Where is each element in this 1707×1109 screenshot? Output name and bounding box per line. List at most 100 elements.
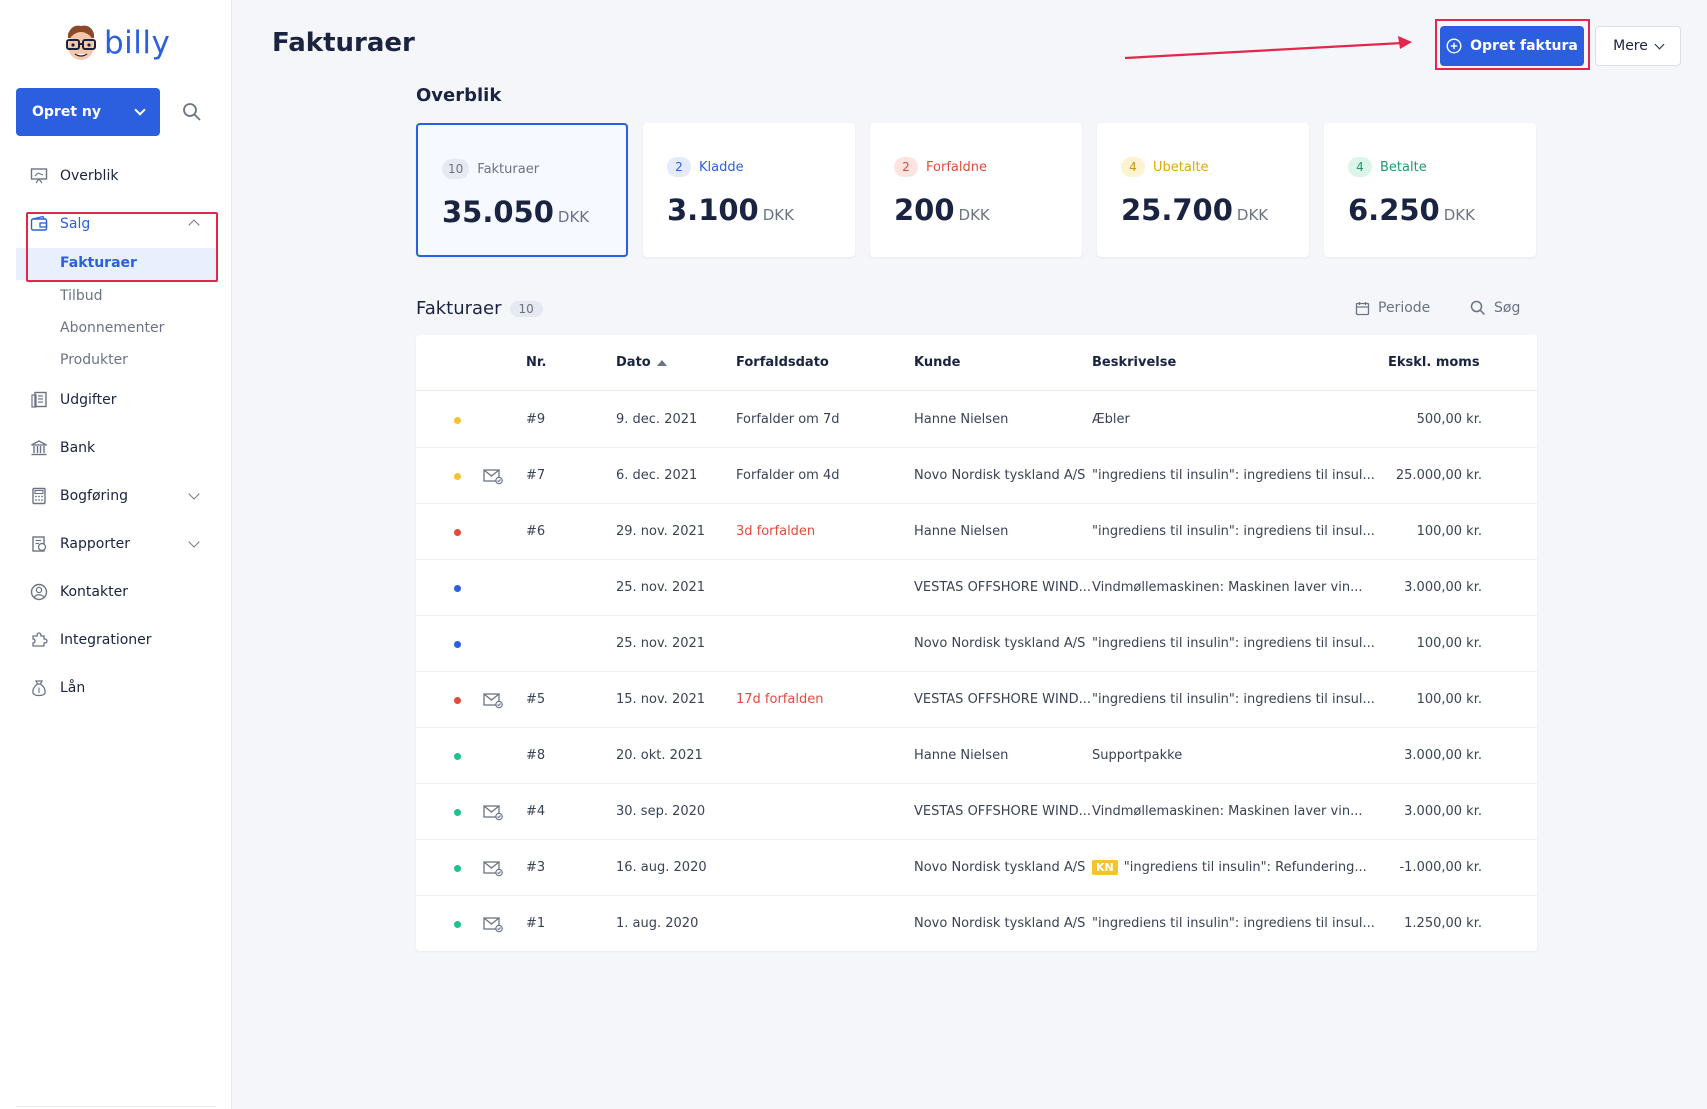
sort-ascending-icon (656, 359, 667, 366)
column-amount[interactable]: Ekskl. moms (1388, 355, 1480, 370)
invoices-count-badge: 10 (509, 300, 543, 317)
invoice-number: #8 (526, 748, 546, 763)
invoice-description-text: Æbler (1092, 412, 1130, 427)
card-amount: 6.250 DKK (1348, 193, 1475, 227)
card-amount-value: 35.050 (442, 195, 554, 229)
divider (16, 1106, 216, 1107)
sidebar-item-udgifter[interactable]: Udgifter (30, 388, 116, 412)
period-filter-button[interactable]: Periode (1355, 300, 1430, 316)
table-row[interactable]: #5 15. nov. 2021 17d forfalden VESTAS OFFSH… (416, 672, 1537, 728)
overview-card-betalte[interactable]: 4 Betalte 6.250 DKK (1324, 123, 1536, 257)
highlight-box (1435, 19, 1590, 70)
sidebar-item-lan[interactable]: Lån (30, 676, 85, 700)
email-sent-icon (483, 467, 503, 485)
chevron-down-icon[interactable] (188, 536, 200, 548)
search-icon[interactable] (182, 102, 202, 122)
invoice-amount: 3.000,00 kr. (1404, 804, 1482, 819)
column-description[interactable]: Beskrivelse (1092, 355, 1176, 370)
card-amount-value: 25.700 (1121, 193, 1233, 227)
sidebar-subitem-abonnementer[interactable]: Abonnementer (60, 320, 164, 340)
sidebar-item-label: Bank (60, 440, 96, 456)
card-label: Betalte (1380, 159, 1427, 175)
invoice-description: Vindmøllemaskinen: Maskinen laver vin... (1092, 804, 1362, 819)
chevron-down-icon (1654, 39, 1665, 49)
card-currency: DKK (958, 206, 990, 224)
create-new-button[interactable]: Opret ny (16, 88, 160, 136)
status-dot (454, 921, 461, 928)
overview-title: Overblik (416, 85, 502, 106)
invoice-number: #4 (526, 804, 546, 819)
sidebar-subitem-produkter[interactable]: Produkter (60, 352, 128, 372)
chevron-down-icon[interactable] (188, 488, 200, 500)
overview-card-ubetalte[interactable]: 4 Ubetalte 25.700 DKK (1097, 123, 1309, 257)
table-row[interactable]: 25. nov. 2021 Novo Nordisk tyskland A/S "i… (416, 616, 1537, 672)
invoice-due: 17d forfalden (736, 692, 824, 707)
invoice-date: 25. nov. 2021 (616, 580, 706, 595)
email-sent-icon (483, 803, 503, 821)
invoice-description: Supportpakke (1092, 748, 1182, 763)
search-label: Søg (1494, 300, 1521, 316)
overview-card-fakturaer[interactable]: 10 Fakturaer 35.050 DKK (416, 123, 628, 257)
invoice-description: Æbler (1092, 412, 1130, 427)
invoice-date: 25. nov. 2021 (616, 636, 706, 651)
table-row[interactable]: #1 1. aug. 2020 Novo Nordisk tyskland A/S "… (416, 896, 1537, 952)
email-sent-icon (483, 915, 503, 933)
billy-logo[interactable]: billy (64, 24, 170, 62)
table-row[interactable]: #7 6. dec. 2021 Forfalder om 4d Novo Nordis… (416, 448, 1537, 504)
card-count-badge: 4 (1348, 157, 1372, 177)
table-row[interactable]: 25. nov. 2021 VESTAS OFFSHORE WIND... Vind… (416, 560, 1537, 616)
overview-card-kladde[interactable]: 2 Kladde 3.100 DKK (643, 123, 855, 257)
invoice-number: #7 (526, 468, 546, 483)
more-button[interactable]: Mere (1595, 26, 1681, 66)
table-row[interactable]: #3 16. aug. 2020 Novo Nordisk tyskland A/S… (416, 840, 1537, 896)
table-row[interactable]: #8 20. okt. 2021 Hanne Nielsen Supportpakke… (416, 728, 1537, 784)
card-label: Fakturaer (477, 161, 540, 177)
sidebar-item-bogforing[interactable]: Bogføring (30, 484, 200, 508)
sidebar-item-label: Kontakter (60, 584, 128, 600)
invoice-description-text: Supportpakke (1092, 748, 1183, 763)
credit-note-badge: KN (1092, 860, 1118, 875)
invoice-number: #5 (526, 692, 546, 707)
calendar-icon (1355, 301, 1370, 315)
column-nr[interactable]: Nr. (526, 355, 546, 370)
invoice-description-text: "ingrediens til insulin": ingrediens til… (1092, 636, 1375, 651)
sidebar-item-overblik[interactable]: Overblik (30, 164, 118, 188)
invoice-amount: 100,00 kr. (1416, 692, 1482, 707)
invoice-description: KN "ingrediens til insulin": Refundering.… (1092, 860, 1367, 875)
card-amount: 35.050 DKK (442, 195, 589, 229)
invoice-customer: Novo Nordisk tyskland A/S (914, 468, 1086, 483)
sidebar-item-rapporter[interactable]: Rapporter (30, 532, 200, 556)
sidebar-item-label: Bogføring (60, 488, 128, 504)
sidebar-item-label: Rapporter (60, 536, 130, 552)
invoice-date: 9. dec. 2021 (616, 412, 698, 427)
sidebar-item-kontakter[interactable]: Kontakter (30, 580, 128, 604)
card-label: Kladde (699, 159, 744, 175)
table-row[interactable]: #6 29. nov. 2021 3d forfalden Hanne Nielsen… (416, 504, 1537, 560)
card-count-badge: 2 (667, 157, 691, 177)
table-row[interactable]: #9 9. dec. 2021 Forfalder om 7d Hanne Niels… (416, 392, 1537, 448)
period-label: Periode (1378, 300, 1431, 316)
column-customer[interactable]: Kunde (914, 355, 960, 370)
email-sent-icon (483, 691, 503, 709)
search-button[interactable]: Søg (1470, 300, 1520, 316)
puzzle-icon (32, 632, 48, 647)
card-count-badge: 10 (442, 159, 470, 179)
sidebar-item-bank[interactable]: Bank (30, 436, 95, 460)
sidebar-subitem-tilbud[interactable]: Tilbud (60, 288, 103, 308)
invoice-amount: 1.250,00 kr. (1404, 916, 1482, 931)
invoice-customer: Novo Nordisk tyskland A/S (914, 860, 1086, 875)
column-date[interactable]: Dato (616, 355, 667, 370)
card-currency: DKK (762, 206, 794, 224)
column-due[interactable]: Forfaldsdato (736, 355, 829, 370)
invoice-amount: 3.000,00 kr. (1404, 748, 1482, 763)
sidebar-item-integrationer[interactable]: Integrationer (30, 628, 152, 652)
status-dot (454, 865, 461, 872)
invoice-date: 1. aug. 2020 (616, 916, 699, 931)
table-row[interactable]: #4 30. sep. 2020 VESTAS OFFSHORE WIND... Vi… (416, 784, 1537, 840)
overview-card-forfaldne[interactable]: 2 Forfaldne 200 DKK (870, 123, 1082, 257)
invoice-description-text: "ingrediens til insulin": Refundering... (1123, 860, 1367, 875)
table-header: Nr. Dato Forfaldsdato Kunde Beskrivelse … (416, 335, 1537, 391)
invoice-number: #9 (526, 412, 546, 427)
invoices-header: Fakturaer 10 (416, 298, 543, 319)
invoice-date: 29. nov. 2021 (616, 524, 706, 539)
